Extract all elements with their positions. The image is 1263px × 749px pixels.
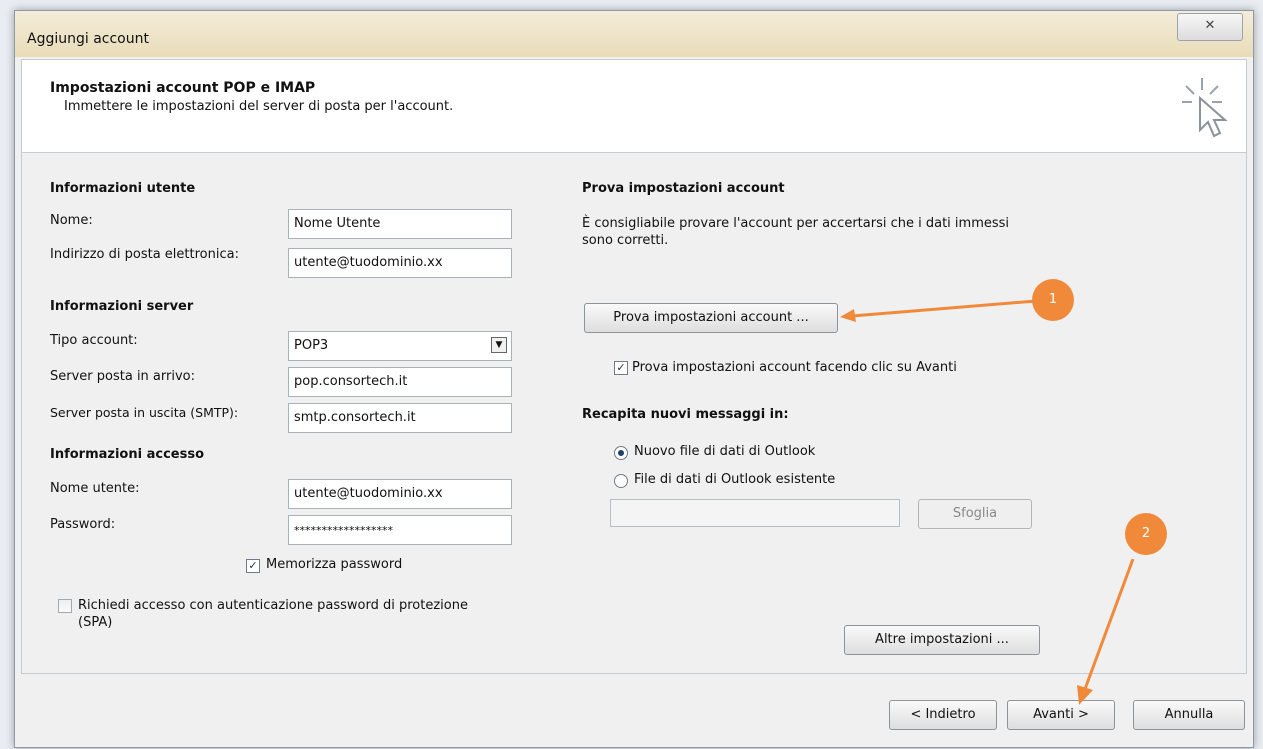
new-data-file-label: Nuovo file di dati di Outlook [634, 444, 816, 459]
more-settings-button[interactable]: Altre impostazioni ... [844, 625, 1040, 655]
annotation-arrow-2 [1077, 559, 1135, 705]
spa-checkbox[interactable] [58, 599, 72, 613]
existing-data-file-radio[interactable] [614, 474, 628, 488]
username-label: Nome utente: [50, 481, 140, 496]
new-data-file-radio[interactable] [614, 446, 628, 460]
close-icon: ✕ [1204, 18, 1216, 33]
account-type-select[interactable]: POP3 ▼ [288, 331, 512, 361]
data-file-path-field[interactable] [610, 499, 900, 527]
remember-password-label: Memorizza password [266, 557, 403, 572]
close-button[interactable]: ✕ [1177, 13, 1243, 41]
password-label: Password: [50, 517, 116, 532]
test-settings-description: È consigliabile provare l'account per ac… [582, 216, 1010, 248]
footer-bar: < Indietro Avanti > Annulla [21, 673, 1247, 744]
username-field[interactable]: utente@tuodominio.xx [288, 479, 512, 509]
window-title: Aggiungi account [27, 31, 149, 47]
spa-label: Richiedi accesso con autenticazione pass… [78, 598, 468, 630]
title-bar: Aggiungi account ✕ [15, 11, 1253, 57]
email-field[interactable]: utente@tuodominio.xx [288, 248, 512, 278]
annotation-badge-1: 1 [1032, 279, 1074, 321]
name-label: Nome: [50, 213, 93, 228]
incoming-server-label: Server posta in arrivo: [50, 369, 195, 384]
test-account-settings-button[interactable]: Prova impostazioni account ... [584, 303, 838, 333]
auto-test-checkbox[interactable]: ✓ [614, 361, 628, 375]
annotation-arrow-1 [840, 299, 1036, 322]
outgoing-server-field[interactable]: smtp.consortech.it [288, 403, 512, 433]
password-field[interactable]: ****************** [288, 515, 512, 545]
account-type-label: Tipo account: [50, 333, 138, 348]
browse-button[interactable]: Sfoglia [918, 499, 1032, 529]
cancel-button[interactable]: Annulla [1133, 700, 1245, 730]
deliver-heading: Recapita nuovi messaggi in: [582, 407, 789, 422]
incoming-server-field[interactable]: pop.consortech.it [288, 367, 512, 397]
outgoing-server-label: Server posta in uscita (SMTP): [50, 405, 239, 420]
existing-data-file-label: File di dati di Outlook esistente [634, 472, 836, 487]
login-info-heading: Informazioni accesso [50, 447, 205, 462]
back-button[interactable]: < Indietro [889, 700, 997, 730]
header-panel: Impostazioni account POP e IMAP Immetter… [21, 59, 1247, 153]
remember-password-checkbox[interactable]: ✓ [246, 559, 260, 573]
auto-test-label: Prova impostazioni account facendo clic … [632, 360, 957, 375]
page-title: Impostazioni account POP e IMAP [50, 80, 316, 96]
cursor-click-icon [1182, 78, 1228, 138]
settings-content: Informazioni utente Nome: Nome Utente In… [21, 151, 1247, 673]
test-settings-heading: Prova impostazioni account [582, 181, 785, 196]
page-subtitle: Immettere le impostazioni del server di … [64, 99, 454, 114]
add-account-dialog: Aggiungi account ✕ Impostazioni account … [14, 10, 1254, 748]
chevron-down-icon[interactable]: ▼ [491, 337, 507, 353]
annotation-badge-2: 2 [1125, 513, 1167, 555]
account-type-value: POP3 [294, 338, 329, 353]
user-info-heading: Informazioni utente [50, 181, 196, 196]
name-field[interactable]: Nome Utente [288, 209, 512, 239]
email-label: Indirizzo di posta elettronica: [50, 247, 239, 262]
server-info-heading: Informazioni server [50, 299, 194, 314]
